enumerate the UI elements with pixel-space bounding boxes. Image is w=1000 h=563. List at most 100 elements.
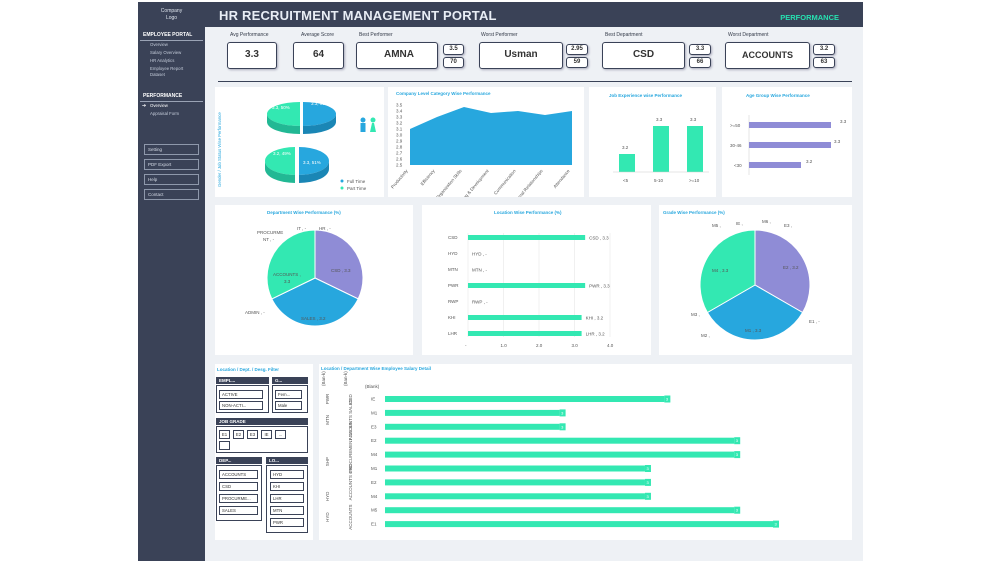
filter-item-procurement[interactable]: PROCURME...	[219, 494, 258, 503]
gender-performance-panel: Gender / Job Status Wise Performance 3.3…	[215, 87, 384, 197]
filter-item-csd[interactable]: CSD	[219, 482, 258, 491]
sidebar-item-appraisal-form[interactable]: Appraisal Form	[138, 110, 205, 118]
sidebar: Company Logo EMPLOYEE PORTAL Overview Sa…	[138, 2, 205, 561]
row-label: E1	[371, 522, 377, 527]
sidebar-section-performance[interactable]: PERFORMANCE	[140, 91, 203, 102]
bar	[385, 465, 645, 472]
pdf-export-button[interactable]: PDF Export	[144, 159, 199, 170]
department-label: ACCOUNTS	[348, 505, 353, 530]
department-label: ACCOUNTS CSD	[348, 464, 353, 501]
filter-item-female[interactable]: Fem...	[275, 390, 302, 399]
x-tick-label: <5	[623, 178, 629, 183]
sidebar-item-overview[interactable]: Overview	[138, 41, 205, 49]
pie-label: E3 ,	[784, 223, 792, 228]
department-panel: Department Wise Performance (%) IT , - H…	[215, 205, 413, 355]
legend-label: Full Time	[347, 179, 366, 184]
panel-title: Location / Dept. / Desg. Filter	[217, 367, 280, 372]
filter-item-active[interactable]: ACTIVE	[219, 390, 263, 399]
filter-header-status: EMPL...	[216, 377, 269, 384]
kpi-average-score: Average Score	[301, 32, 334, 39]
filter-item-e2[interactable]: E2	[233, 430, 244, 439]
kpi-label: Average Score	[301, 32, 334, 38]
data-label: PWR , 3.3	[589, 284, 610, 289]
filter-header-location: LO...	[266, 457, 308, 464]
pie-label: M3 ,	[691, 312, 700, 317]
pie-label: 3.3, 50%	[311, 101, 329, 106]
pie-label: E2 , 3.2	[783, 265, 799, 270]
y-axis-ticks: 3.53.43.33.23.13.02.92.82.72.62.5	[396, 103, 403, 168]
filter-item-accounts[interactable]: ACCOUNTS	[219, 470, 258, 479]
company-area-chart: 3.53.43.33.23.13.02.92.82.72.62.5 Produc…	[390, 103, 572, 197]
filter-item-more[interactable]: ...	[275, 430, 286, 439]
bar	[468, 235, 586, 240]
location-label: HYD	[325, 512, 330, 522]
y-tick-label: 30-46	[730, 143, 742, 148]
pie-label: M6 ,	[762, 219, 771, 224]
pie-label: 3.3	[284, 279, 291, 284]
help-button[interactable]: Help	[144, 174, 199, 185]
filter-item-lhr[interactable]: LHR	[270, 494, 304, 503]
age-group-panel: Age Group Wise Performance >=50 30-46 <3…	[722, 87, 852, 197]
filter-item-e3[interactable]: E3	[247, 430, 258, 439]
performance-tab[interactable]: PERFORMANCE	[780, 13, 839, 22]
y-tick-label: RWP	[448, 299, 458, 304]
column-header: (Ban-k)	[343, 371, 348, 386]
filter-item[interactable]	[219, 441, 230, 450]
y-tick-label: <30	[734, 163, 742, 168]
x-tick-label: 1.0	[501, 343, 508, 348]
contact-button[interactable]: Contact	[144, 189, 199, 200]
data-label: CSD , 3.3	[589, 236, 609, 241]
age-bar-chart: >=50 30-46 <30 3.3 3.3 3.2	[730, 115, 847, 175]
filter-item-male[interactable]: Male	[275, 401, 302, 410]
filter-item-pwr[interactable]: PWR	[270, 518, 304, 527]
filter-item-khi[interactable]: KHI	[270, 482, 304, 491]
sidebar-item-hr-analytics[interactable]: HR Analytics	[138, 57, 205, 65]
y-tick-label: 2.5	[396, 163, 403, 168]
sidebar-section-employee-portal[interactable]: EMPLOYEE PORTAL	[140, 30, 203, 41]
pie-label: E1 , -	[809, 319, 820, 324]
kpi-name-box: AMNA	[356, 42, 438, 69]
kpi-score-box: 3.3	[689, 44, 711, 55]
x-tick-label: -	[465, 343, 467, 348]
row-label: M1	[371, 466, 378, 471]
row-label: M4	[371, 452, 378, 457]
x-tick-label: 5-10	[654, 178, 664, 183]
row-label: E2	[371, 438, 377, 443]
sidebar-item-dataset[interactable]: Dataset	[138, 72, 205, 79]
pie-label: 3.3, 50%	[272, 105, 290, 110]
y-tick-label: PWR	[448, 283, 459, 288]
bar	[385, 396, 665, 402]
bar	[385, 451, 735, 458]
filter-item-hyd[interactable]: HYD	[270, 470, 304, 479]
filter-item-e1[interactable]: E1	[219, 430, 230, 439]
sidebar-item-performance-overview[interactable]: ➔ Overview	[138, 102, 205, 110]
filter-header-gender: G...	[272, 377, 308, 384]
legend-label: Part Time	[347, 186, 367, 191]
row-groups: PWRMTNSHPHYDHYDCSDACCOUNTS SALESPROCUREM…	[325, 393, 353, 530]
sidebar-item-label: Overview	[150, 103, 168, 108]
filter-item-mtn[interactable]: MTN	[270, 506, 304, 515]
data-label: 3.2	[622, 145, 629, 150]
kpi-worst-performer: Worst Performer	[481, 32, 518, 39]
y-tick-label: 3.1	[396, 127, 403, 132]
pie-label: NT , -	[263, 237, 275, 242]
location-label: PWR	[325, 393, 330, 404]
x-tick-label: Productivity	[390, 168, 409, 190]
kpi-label: Worst Department	[728, 32, 769, 38]
kpi-label: Worst Performer	[481, 32, 518, 38]
sidebar-item-employee-report[interactable]: Employee Report	[138, 65, 205, 72]
kpi-value-box: 3.3	[227, 42, 277, 69]
y-tick-label: 3.5	[396, 103, 403, 108]
y-tick-label: 2.7	[396, 151, 403, 156]
location-panel: Location Wise Performance (%) -1.0 2.0 3.0…	[422, 205, 651, 355]
filter-item-non-active[interactable]: NON-ACTI...	[219, 401, 263, 410]
y-tick-label: 3.4	[396, 109, 403, 114]
filter-item-sales[interactable]: SALES	[219, 506, 258, 515]
filter-header-department: DEP...	[216, 457, 262, 464]
kpi-name-box: Usman	[479, 42, 563, 69]
filter-item-ie[interactable]: IE	[261, 430, 272, 439]
sidebar-item-salary-overview[interactable]: Salary Overview	[138, 49, 205, 57]
legend-swatch	[340, 179, 344, 183]
pie-label: IT , -	[297, 226, 307, 231]
setting-button[interactable]: Setting	[144, 144, 199, 155]
